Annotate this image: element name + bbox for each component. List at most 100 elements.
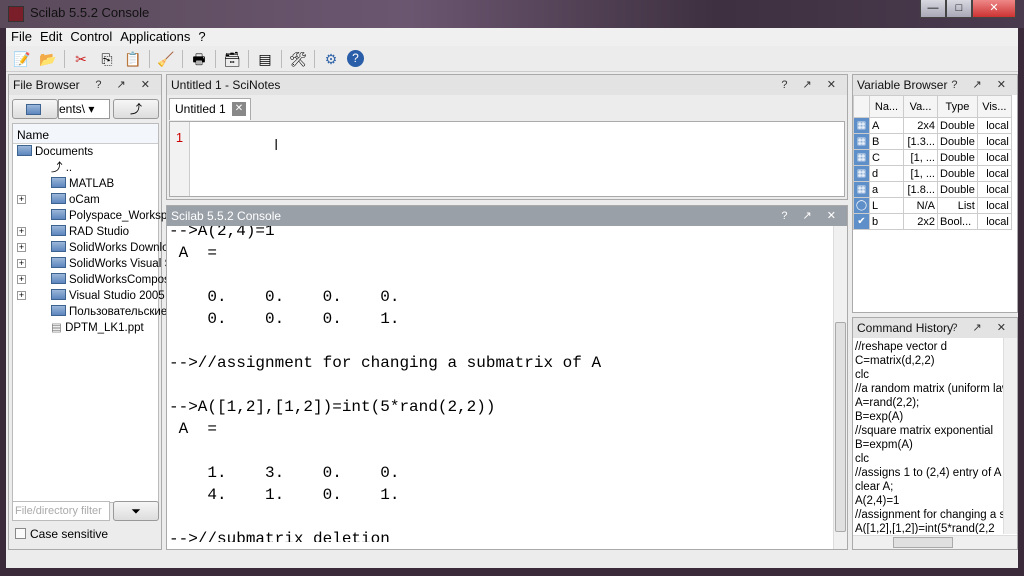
history-item[interactable]: clc bbox=[853, 452, 1003, 466]
expand-icon[interactable]: + bbox=[17, 243, 26, 252]
menu-file[interactable]: File bbox=[11, 28, 32, 46]
maximize-button[interactable]: □ bbox=[946, 0, 972, 18]
file-tree-item[interactable]: Polyspace_Workspace bbox=[13, 208, 186, 224]
new-script-icon[interactable]: 📝 bbox=[12, 50, 32, 68]
variable-type: Double bbox=[937, 133, 978, 150]
column-header-name[interactable]: Name bbox=[13, 124, 158, 144]
clear-console-icon[interactable]: 🧹 bbox=[156, 50, 176, 68]
file-tree-item[interactable]: ▤ DPTM_LK1.ppt bbox=[13, 320, 158, 336]
history-item[interactable]: C=matrix(d,2,2) bbox=[853, 354, 1003, 368]
list-type-icon: ◯ bbox=[853, 197, 870, 214]
case-sensitive-checkbox[interactable] bbox=[15, 528, 26, 539]
copy-icon[interactable]: ⎘ bbox=[97, 50, 117, 68]
variable-row[interactable]: ✔ b 2x2 Bool... local bbox=[853, 213, 1012, 230]
file-tree-item[interactable]: Пользовательские ша bbox=[13, 304, 186, 320]
path-dropdown[interactable]: ents\ ▾ bbox=[58, 99, 110, 119]
editor-area[interactable]: 1 I bbox=[169, 121, 845, 197]
variable-row[interactable]: ▦ B [1.3... Double local bbox=[853, 133, 1012, 150]
command-history-panel: Command History? ↗ ✕ //reshape vector dC… bbox=[852, 317, 1018, 550]
cut-icon[interactable]: ✂ bbox=[71, 50, 91, 68]
file-tree-item[interactable]: MATLAB bbox=[13, 176, 158, 192]
module-manager-icon[interactable]: 🗃 bbox=[222, 50, 242, 68]
variable-row[interactable]: ▦ A 2x4 Double local bbox=[853, 117, 1012, 134]
paste-icon[interactable]: 📋 bbox=[123, 50, 143, 68]
history-item[interactable]: A=rand(2,2); bbox=[853, 396, 1003, 410]
file-tree-item[interactable]: + SolidWorksComposer bbox=[13, 272, 180, 288]
expand-icon[interactable]: + bbox=[17, 259, 26, 268]
preferences-icon[interactable]: 🛠 bbox=[288, 50, 308, 68]
history-item[interactable]: B=exp(A) bbox=[853, 410, 1003, 424]
help-icon[interactable]: ? bbox=[347, 50, 364, 67]
folder-icon bbox=[51, 209, 66, 220]
file-tree-item[interactable]: + RAD Studio bbox=[13, 224, 158, 240]
history-item[interactable]: //a random matrix (uniform law bbox=[853, 382, 1003, 396]
column-type[interactable]: Type bbox=[937, 95, 978, 118]
variable-row[interactable]: ◯ L N/A List local bbox=[853, 197, 1012, 214]
variable-value: [1.8... bbox=[903, 181, 938, 198]
variable-value: [1.3... bbox=[903, 133, 938, 150]
folder-icon bbox=[51, 273, 66, 284]
parent-directory-button[interactable]: ⤴ bbox=[113, 99, 159, 119]
history-item[interactable]: B=expm(A) bbox=[853, 438, 1003, 452]
history-item[interactable]: A(2,4)=1 bbox=[853, 494, 1003, 508]
menu-help[interactable]: ? bbox=[198, 28, 205, 46]
panel-controls[interactable]: ? ↗ ✕ bbox=[781, 75, 842, 95]
menu-edit[interactable]: Edit bbox=[40, 28, 62, 46]
minimize-button[interactable]: — bbox=[920, 0, 946, 18]
history-item[interactable]: //reshape vector d bbox=[853, 340, 1003, 354]
expand-icon[interactable]: + bbox=[17, 227, 26, 236]
variable-row[interactable]: ▦ d [1, ... Double local bbox=[853, 165, 1012, 182]
xcos-icon[interactable]: ▤ bbox=[255, 50, 275, 68]
history-item[interactable]: clc bbox=[853, 368, 1003, 382]
file-tree-label: MATLAB bbox=[69, 178, 115, 190]
file-tree-item[interactable]: + Visual Studio 2005 bbox=[13, 288, 165, 304]
menu-control[interactable]: Control bbox=[70, 28, 112, 46]
file-tree-item[interactable]: + SolidWorks Downloads bbox=[13, 240, 187, 256]
console-scrollbar[interactable] bbox=[833, 226, 847, 549]
filter-button[interactable]: ⏷ bbox=[113, 501, 159, 521]
column-name[interactable]: Na... bbox=[869, 95, 904, 118]
panel-controls[interactable]: ? ↗ ✕ bbox=[781, 206, 842, 226]
settings-gear-icon[interactable]: ⚙ bbox=[321, 50, 341, 68]
variable-row[interactable]: ▦ a [1.8... Double local bbox=[853, 181, 1012, 198]
console-line: -->//assignment for changing a submatrix… bbox=[169, 354, 602, 372]
history-vertical-scrollbar[interactable] bbox=[1003, 338, 1017, 534]
file-tree-item[interactable]: + SolidWorks Visual Studi bbox=[13, 256, 191, 272]
boolean-type-icon: ✔ bbox=[853, 213, 870, 230]
column-value[interactable]: Va... bbox=[903, 95, 938, 118]
console-output[interactable]: -->A(2,4)=1 A = 0. 0. 0. 0. 0. 0. 0. 1. -… bbox=[167, 220, 847, 542]
expand-icon[interactable]: + bbox=[17, 275, 26, 284]
file-tree-item[interactable]: Documents bbox=[13, 144, 158, 160]
close-tab-icon[interactable]: ✕ bbox=[232, 102, 246, 116]
history-item[interactable]: //assignment for changing a su bbox=[853, 508, 1003, 522]
panel-controls[interactable]: ? ↗ ✕ bbox=[951, 318, 1012, 338]
print-icon[interactable]: 🖶 bbox=[189, 50, 209, 68]
console-line: 0. 0. 0. 0. bbox=[169, 288, 400, 306]
expand-icon[interactable]: + bbox=[17, 291, 26, 300]
variable-name: d bbox=[869, 165, 904, 182]
folder-icon bbox=[51, 305, 66, 316]
case-sensitive-option[interactable]: Case sensitive bbox=[15, 527, 108, 541]
scrollbar-thumb[interactable] bbox=[893, 537, 953, 548]
variable-table: Na... Va... Type Vis... ▦ A 2x4 Double local… bbox=[853, 95, 1012, 230]
variable-value: [1, ... bbox=[903, 165, 938, 182]
menu-applications[interactable]: Applications bbox=[120, 28, 190, 46]
history-item[interactable]: //square matrix exponential bbox=[853, 424, 1003, 438]
file-tree-item[interactable]: + oCam bbox=[13, 192, 158, 208]
column-visibility[interactable]: Vis... bbox=[976, 95, 1012, 118]
tab-untitled-1[interactable]: Untitled 1 ✕ bbox=[169, 98, 251, 120]
variable-row[interactable]: ▦ C [1, ... Double local bbox=[853, 149, 1012, 166]
close-button[interactable]: ✕ bbox=[972, 0, 1016, 18]
file-tree-item[interactable]: ⤴ .. bbox=[13, 160, 158, 176]
history-item[interactable]: clear A; bbox=[853, 480, 1003, 494]
open-file-icon[interactable]: 📂 bbox=[38, 50, 58, 68]
history-horizontal-scrollbar[interactable] bbox=[853, 535, 1017, 549]
history-item[interactable]: //assigns 1 to (2,4) entry of A bbox=[853, 466, 1003, 480]
file-filter-input[interactable]: File/directory filter bbox=[12, 501, 110, 521]
panel-controls[interactable]: ? ↗ ✕ bbox=[951, 75, 1012, 95]
scrollbar-thumb[interactable] bbox=[835, 322, 846, 532]
history-item[interactable]: A([1,2],[1,2])=int(5*rand(2,2 bbox=[853, 522, 1003, 534]
browse-folder-button[interactable] bbox=[12, 99, 58, 119]
panel-controls[interactable]: ? ↗ ✕ bbox=[95, 75, 156, 95]
expand-icon[interactable]: + bbox=[17, 195, 26, 204]
